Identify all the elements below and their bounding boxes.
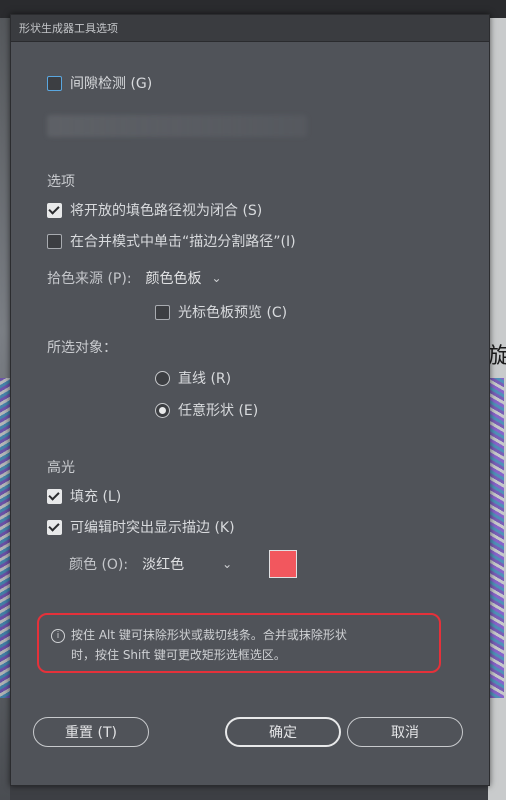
close-open-fill-label: 将开放的填色路径视为闭合 (S)	[70, 203, 263, 219]
reset-button[interactable]: 重置 (T)	[33, 717, 149, 747]
highlight-stroke-checkbox[interactable]	[47, 519, 62, 535]
gap-detection-option[interactable]: 间隙检测 (G)	[47, 73, 152, 93]
canvas-text-fragment: 旋	[488, 344, 506, 369]
artwork-decoration	[0, 378, 10, 698]
info-text-line1: 按住 Alt 键可抹除形状或裁切线条。合并或抹除形状	[71, 628, 347, 642]
close-open-fill-checkbox[interactable]	[47, 202, 62, 218]
color-label: 颜色 (O):	[69, 557, 129, 573]
shape-builder-options-dialog: 形状生成器工具选项 间隙检测 (G) 选项 将开放的填色路径视为闭合 (S) 在…	[10, 14, 490, 786]
pick-color-from-select[interactable]: 颜色色板	[146, 268, 202, 288]
radio-straight-option[interactable]: 直线 (R)	[155, 368, 231, 388]
canvas-right-edge: 旋	[488, 18, 506, 800]
cursor-swatch-preview-option[interactable]: 光标色板预览 (C)	[155, 302, 287, 322]
info-tip: i 按住 Alt 键可抹除形状或裁切线条。合并或抹除形状 时，按住 Shift 键…	[37, 613, 441, 673]
artwork-decoration	[490, 378, 504, 698]
chevron-down-icon[interactable]: ⌄	[212, 271, 222, 285]
fill-label: 填充 (L)	[70, 489, 122, 505]
highlight-stroke-label: 可编辑时突出显示描边 (K)	[70, 520, 235, 536]
info-text-line2: 时，按住 Shift 键可更改矩形选框选区。	[71, 648, 286, 662]
cursor-swatch-preview-label: 光标色板预览 (C)	[178, 305, 288, 321]
highlight-stroke-option[interactable]: 可编辑时突出显示描边 (K)	[47, 517, 235, 537]
chevron-down-icon[interactable]: ⌄	[222, 557, 232, 571]
cancel-button[interactable]: 取消	[347, 717, 463, 747]
ok-button[interactable]: 确定	[225, 717, 341, 747]
merge-mode-click-checkbox[interactable]	[47, 233, 62, 249]
highlight-heading: 高光	[47, 460, 75, 476]
gap-detection-checkbox[interactable]	[47, 75, 62, 91]
fill-option[interactable]: 填充 (L)	[47, 486, 121, 506]
dialog-title: 形状生成器工具选项	[19, 22, 118, 35]
radio-freeform-option[interactable]: 任意形状 (E)	[155, 400, 258, 420]
options-heading: 选项	[47, 174, 75, 190]
dialog-titlebar[interactable]: 形状生成器工具选项	[11, 15, 489, 42]
pick-color-from-label: 拾色来源 (P):	[47, 271, 132, 287]
radio-straight-label: 直线 (R)	[178, 371, 232, 387]
gap-length-controls-disabled	[47, 115, 307, 137]
merge-mode-click-option[interactable]: 在合并模式中单击“描边分割路径”(I)	[47, 231, 296, 251]
radio-freeform[interactable]	[155, 402, 170, 418]
selection-heading: 所选对象：	[47, 340, 117, 356]
radio-straight[interactable]	[155, 370, 170, 386]
pick-color-from-row: 拾色来源 (P): 颜色色板 ⌄	[47, 268, 222, 288]
color-swatch[interactable]	[269, 550, 297, 578]
merge-mode-click-label: 在合并模式中单击“描边分割路径”(I)	[70, 234, 296, 250]
canvas-left-edge	[0, 18, 10, 800]
close-open-fill-option[interactable]: 将开放的填色路径视为闭合 (S)	[47, 200, 262, 220]
color-select[interactable]: 淡红色	[142, 554, 184, 574]
cursor-swatch-preview-checkbox[interactable]	[155, 304, 170, 320]
fill-checkbox[interactable]	[47, 488, 62, 504]
gap-detection-label: 间隙检测 (G)	[70, 76, 153, 92]
radio-freeform-label: 任意形状 (E)	[178, 403, 259, 419]
highlight-color-row: 颜色 (O): 淡红色 ⌄	[69, 554, 232, 574]
info-icon: i	[51, 628, 65, 643]
